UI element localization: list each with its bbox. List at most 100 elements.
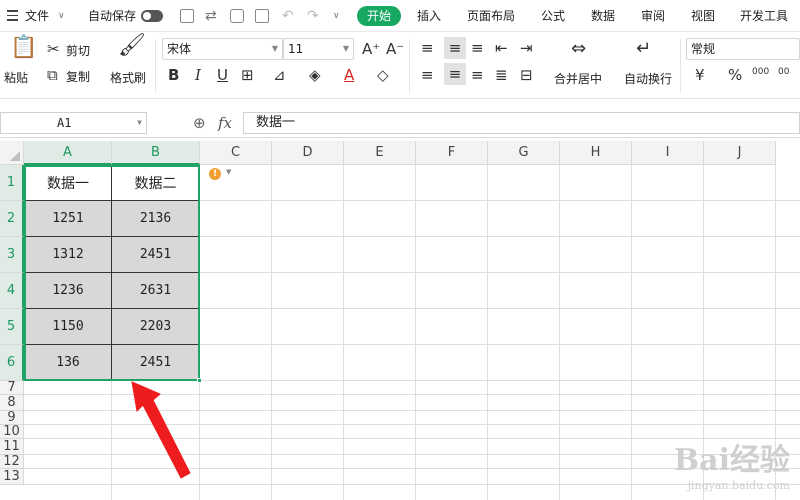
font-color-button[interactable]: A (344, 66, 354, 84)
row-header-11[interactable]: 11 (0, 439, 24, 455)
row-header-1[interactable]: 1 (0, 165, 24, 201)
align-center-icon[interactable]: ≡ (444, 63, 466, 85)
cell-b3[interactable]: 2451 (112, 237, 200, 273)
row-header-12[interactable]: 12 (0, 455, 24, 469)
align-middle-icon[interactable]: ≡ (444, 37, 466, 59)
align-left-icon[interactable]: ≡ (421, 66, 434, 84)
select-all-corner[interactable] (0, 141, 24, 165)
align-right-icon[interactable]: ≡ (471, 66, 484, 84)
row-header-13[interactable]: 13 (0, 469, 24, 485)
fill-color-icon[interactable]: ◈ (309, 66, 321, 84)
tab-page-layout[interactable]: 页面布局 (467, 0, 515, 32)
cell-b1[interactable]: 数据二 (112, 165, 200, 201)
tab-formulas[interactable]: 公式 (541, 0, 565, 32)
hamburger-menu-icon[interactable] (7, 10, 18, 21)
scissors-icon[interactable]: ✂ (47, 40, 60, 58)
copy-icon[interactable]: ⧉ (47, 66, 58, 84)
percent-button[interactable]: % (728, 66, 742, 84)
cell-a4[interactable]: 1236 (24, 273, 112, 309)
eraser-icon[interactable]: ◇ (377, 66, 389, 84)
row-header-10[interactable]: 10 (0, 425, 24, 439)
merge-cells-icon[interactable]: ⇔ (571, 40, 586, 58)
wrap-text-button[interactable]: 自动换行 (624, 70, 672, 87)
column-header-b[interactable]: B (112, 141, 200, 165)
paste-icon[interactable]: 📋 (10, 37, 37, 59)
align-bottom-icon[interactable]: ≡ (471, 39, 484, 57)
print-preview-icon[interactable] (255, 9, 269, 23)
cell-b2[interactable]: 2136 (112, 201, 200, 237)
tab-data[interactable]: 数据 (591, 0, 615, 32)
bold-button[interactable]: B (168, 66, 179, 84)
format-painter-button[interactable]: 格式刷 (110, 69, 146, 86)
column-header-c[interactable]: C (200, 141, 272, 165)
row-header-7[interactable]: 7 (0, 381, 24, 395)
autosave-toggle[interactable] (141, 10, 163, 22)
indent-icon[interactable]: ⇥ (520, 39, 533, 57)
merge-center-button[interactable]: 合并居中 (554, 70, 602, 87)
paste-button[interactable]: 粘贴 (4, 69, 28, 86)
cell-a5[interactable]: 1150 (24, 309, 112, 345)
italic-button[interactable]: I (195, 66, 201, 84)
increase-font-icon[interactable]: A⁺ (362, 40, 380, 58)
row-header-8[interactable]: 8 (0, 395, 24, 411)
row-header-3[interactable]: 3 (0, 237, 24, 273)
print-icon[interactable] (230, 9, 244, 23)
cell-style-icon[interactable]: ⊿ (273, 66, 286, 84)
warning-icon[interactable]: ! (209, 168, 221, 180)
column-header-j[interactable]: J (704, 141, 776, 165)
cell-b6[interactable]: 2451 (112, 345, 200, 381)
wrap-text-icon[interactable]: ↵ (636, 40, 651, 58)
tab-developer[interactable]: 开发工具 (740, 0, 788, 32)
distributed-icon[interactable]: ⊟ (520, 66, 533, 84)
justify-icon[interactable]: ≣ (495, 66, 508, 84)
cell-b4[interactable]: 2631 (112, 273, 200, 309)
decrease-decimal-button[interactable]: 00 (778, 63, 789, 81)
column-header-a[interactable]: A (24, 141, 112, 165)
export-icon[interactable]: ⇄ (205, 0, 217, 32)
save-icon[interactable] (180, 9, 194, 23)
cell-a2[interactable]: 1251 (24, 201, 112, 237)
function-button[interactable]: fx (218, 114, 232, 132)
cell-a6[interactable]: 136 (24, 345, 112, 381)
name-box[interactable]: A1 ▼ (0, 112, 147, 134)
row-header-4[interactable]: 4 (0, 273, 24, 309)
row-header-2[interactable]: 2 (0, 201, 24, 237)
formula-input[interactable]: 数据一 (243, 112, 800, 134)
copy-button[interactable]: 复制 (66, 68, 90, 85)
increase-decimal-button[interactable]: 000 (752, 63, 769, 81)
tab-home[interactable]: 开始 (357, 6, 401, 26)
tab-insert[interactable]: 插入 (417, 0, 441, 32)
tab-view[interactable]: 视图 (691, 0, 715, 32)
column-header-h[interactable]: H (560, 141, 632, 165)
font-size-select[interactable]: 11 ▼ (283, 38, 354, 60)
chevron-down-icon[interactable]: ▼ (226, 168, 231, 176)
align-top-icon[interactable]: ≡ (421, 39, 434, 57)
format-painter-icon[interactable]: 🖌 (118, 35, 146, 57)
file-menu[interactable]: 文件 (25, 0, 49, 32)
font-name-select[interactable]: 宋体 ▼ (162, 38, 283, 60)
cell-a3[interactable]: 1312 (24, 237, 112, 273)
redo-icon[interactable]: ↷ (307, 0, 319, 32)
column-header-d[interactable]: D (272, 141, 344, 165)
column-header-g[interactable]: G (488, 141, 560, 165)
undo-icon[interactable]: ↶ (282, 0, 294, 32)
row-header-5[interactable]: 5 (0, 309, 24, 345)
fill-handle[interactable] (197, 378, 202, 383)
currency-button[interactable]: ¥ (695, 66, 705, 84)
decrease-font-icon[interactable]: A⁻ (386, 40, 404, 58)
cell-b5[interactable]: 2203 (112, 309, 200, 345)
row-header-6[interactable]: 6 (0, 345, 24, 381)
quick-access-chevron-icon[interactable]: ∨ (333, 0, 340, 32)
cut-button[interactable]: 剪切 (66, 42, 90, 59)
zoom-icon[interactable]: ⊕ (193, 114, 206, 132)
column-header-i[interactable]: I (632, 141, 704, 165)
tab-review[interactable]: 审阅 (641, 0, 665, 32)
outdent-icon[interactable]: ⇤ (495, 39, 508, 57)
file-chevron-icon[interactable]: ∨ (58, 0, 65, 32)
row-header-9[interactable]: 9 (0, 411, 24, 425)
underline-button[interactable]: U (217, 66, 228, 84)
column-header-f[interactable]: F (416, 141, 488, 165)
number-format-select[interactable]: 常规 (686, 38, 800, 60)
border-icon[interactable]: ⊞ (241, 66, 254, 84)
column-header-e[interactable]: E (344, 141, 416, 165)
